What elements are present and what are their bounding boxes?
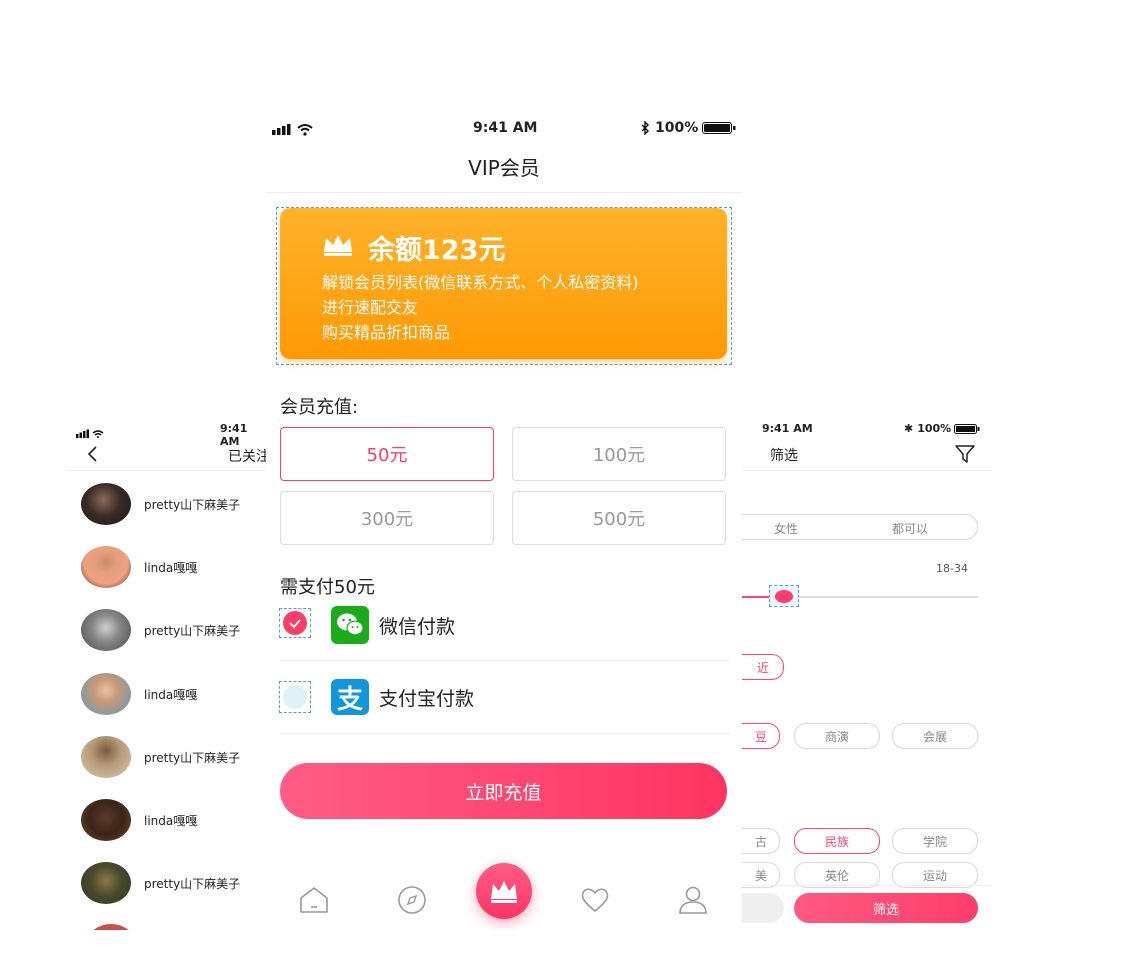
vip-screen: 9:41 AM 100% VIP会员 余额123元 解锁会员列表(微信联系方式、…: [266, 108, 742, 930]
status-time: 9:41 AM: [473, 120, 538, 136]
avatar: [81, 736, 131, 778]
bluetooth-icon: ✱: [904, 422, 914, 435]
tag-style[interactable]: 古: [742, 828, 780, 854]
tag-nearby[interactable]: 近: [742, 654, 784, 680]
avatar: [86, 924, 136, 930]
status-battery: 100%: [640, 120, 736, 136]
divider: [68, 470, 268, 471]
confirm-filter-button[interactable]: 筛选: [794, 893, 978, 923]
battery-icon: [954, 423, 980, 434]
list-item[interactable]: linda嘎嘎: [81, 543, 197, 591]
battery-icon: [702, 122, 736, 134]
list-item[interactable]: pretty山下麻美子: [81, 733, 240, 781]
amount-option[interactable]: 300元: [280, 491, 494, 545]
recharge-button[interactable]: 立即充值: [280, 763, 727, 819]
divider: [266, 192, 742, 193]
tag-scene[interactable]: 商演: [794, 723, 880, 749]
profile-icon[interactable]: [677, 884, 709, 916]
checkbox-unchecked[interactable]: [283, 685, 307, 709]
avatar: [81, 483, 131, 525]
recharge-label: 会员充值:: [280, 397, 359, 418]
avatar: [81, 609, 131, 651]
status-time: 9:41 AM: [220, 422, 248, 448]
balance-text: 余额123元: [368, 235, 506, 266]
list-item[interactable]: pretty山下麻美子: [81, 859, 240, 907]
page-title: 已关注: [228, 449, 268, 465]
user-name: linda嘎嘎: [144, 813, 198, 828]
user-name: pretty山下麻美子: [144, 623, 241, 638]
avatar: [81, 546, 131, 588]
tag-style[interactable]: 民族: [794, 828, 880, 854]
signal-icon: [76, 423, 106, 442]
filter-icon[interactable]: [954, 444, 976, 468]
bluetooth-icon: [641, 121, 649, 135]
avatar: [81, 673, 131, 715]
crown-icon: [322, 232, 354, 260]
divider: [742, 470, 992, 471]
user-name: pretty山下麻美子: [144, 876, 241, 891]
payment-option-wechat[interactable]: 微信付款: [279, 606, 730, 662]
user-name: linda嘎嘎: [144, 687, 198, 702]
filter-screen: 9:41 AM ✱ 100% 筛选 女性 都可以 18-34 近 豆 商演 会展…: [742, 418, 992, 930]
user-name: linda嘎嘎: [144, 560, 198, 575]
payment-label: 微信付款: [379, 616, 456, 638]
benefit-item: 进行速配交友: [322, 298, 419, 317]
amount-option[interactable]: 100元: [512, 427, 726, 481]
vip-tab-button[interactable]: [476, 863, 532, 919]
page-title: 筛选: [770, 448, 798, 464]
divider: [280, 660, 730, 661]
home-icon[interactable]: [298, 884, 330, 916]
tag-scene[interactable]: 会展: [892, 723, 978, 749]
slider-handle[interactable]: [775, 590, 793, 603]
alipay-icon: 支: [331, 679, 369, 715]
payment-label: 支付宝付款: [379, 688, 475, 710]
crown-icon: [491, 881, 517, 903]
divider: [280, 733, 730, 734]
amount-option[interactable]: 50元: [280, 427, 494, 481]
reset-button[interactable]: [742, 893, 784, 923]
list-item[interactable]: linda嘎嘎: [81, 796, 197, 844]
signal-wifi-icon: [272, 121, 318, 140]
divider: [742, 885, 992, 886]
avatar: [81, 799, 131, 841]
checkbox-checked[interactable]: [283, 611, 307, 635]
status-time: 9:41 AM: [762, 422, 813, 435]
user-name: pretty山下麻美子: [144, 497, 241, 512]
age-range-value: 18-34: [936, 562, 968, 575]
list-item[interactable]: pretty山下麻美子: [81, 606, 240, 654]
status-battery: ✱ 100%: [904, 422, 980, 435]
amount-option[interactable]: 500元: [512, 491, 726, 545]
checkbox-frame[interactable]: [279, 681, 311, 713]
tag-style[interactable]: 学院: [892, 828, 978, 854]
payment-option-alipay[interactable]: 支 支付宝付款: [279, 678, 730, 734]
slider-handle-box[interactable]: [769, 585, 799, 607]
user-name: pretty山下麻美子: [144, 750, 241, 765]
benefit-item: 解锁会员列表(微信联系方式、个人私密资料): [322, 273, 639, 292]
benefit-list: 解锁会员列表(微信联系方式、个人私密资料) 进行速配交友 购买精品折扣商品: [322, 270, 639, 345]
tag-female[interactable]: 女性: [774, 520, 798, 537]
following-list-screen: 9:41 AM 已关注 pretty山下麻美子 linda嘎嘎 pretty山下…: [68, 418, 268, 930]
pay-amount-label: 需支付50元: [280, 577, 375, 598]
benefit-item: 购买精品折扣商品: [322, 323, 451, 342]
heart-icon[interactable]: [579, 884, 611, 916]
list-item[interactable]: linda嘎嘎: [81, 670, 197, 718]
tag-scene[interactable]: 豆: [742, 723, 780, 749]
page-title: VIP会员: [468, 156, 540, 180]
avatar: [81, 862, 131, 904]
list-item[interactable]: pretty山下麻美子: [81, 480, 240, 528]
tag-any[interactable]: 都可以: [892, 520, 928, 537]
compass-icon[interactable]: [396, 884, 428, 916]
back-icon[interactable]: [86, 445, 100, 467]
checkbox-frame[interactable]: [279, 608, 311, 638]
vip-card: 余额123元 解锁会员列表(微信联系方式、个人私密资料) 进行速配交友 购买精品…: [280, 208, 727, 359]
wechat-icon: [331, 606, 369, 644]
